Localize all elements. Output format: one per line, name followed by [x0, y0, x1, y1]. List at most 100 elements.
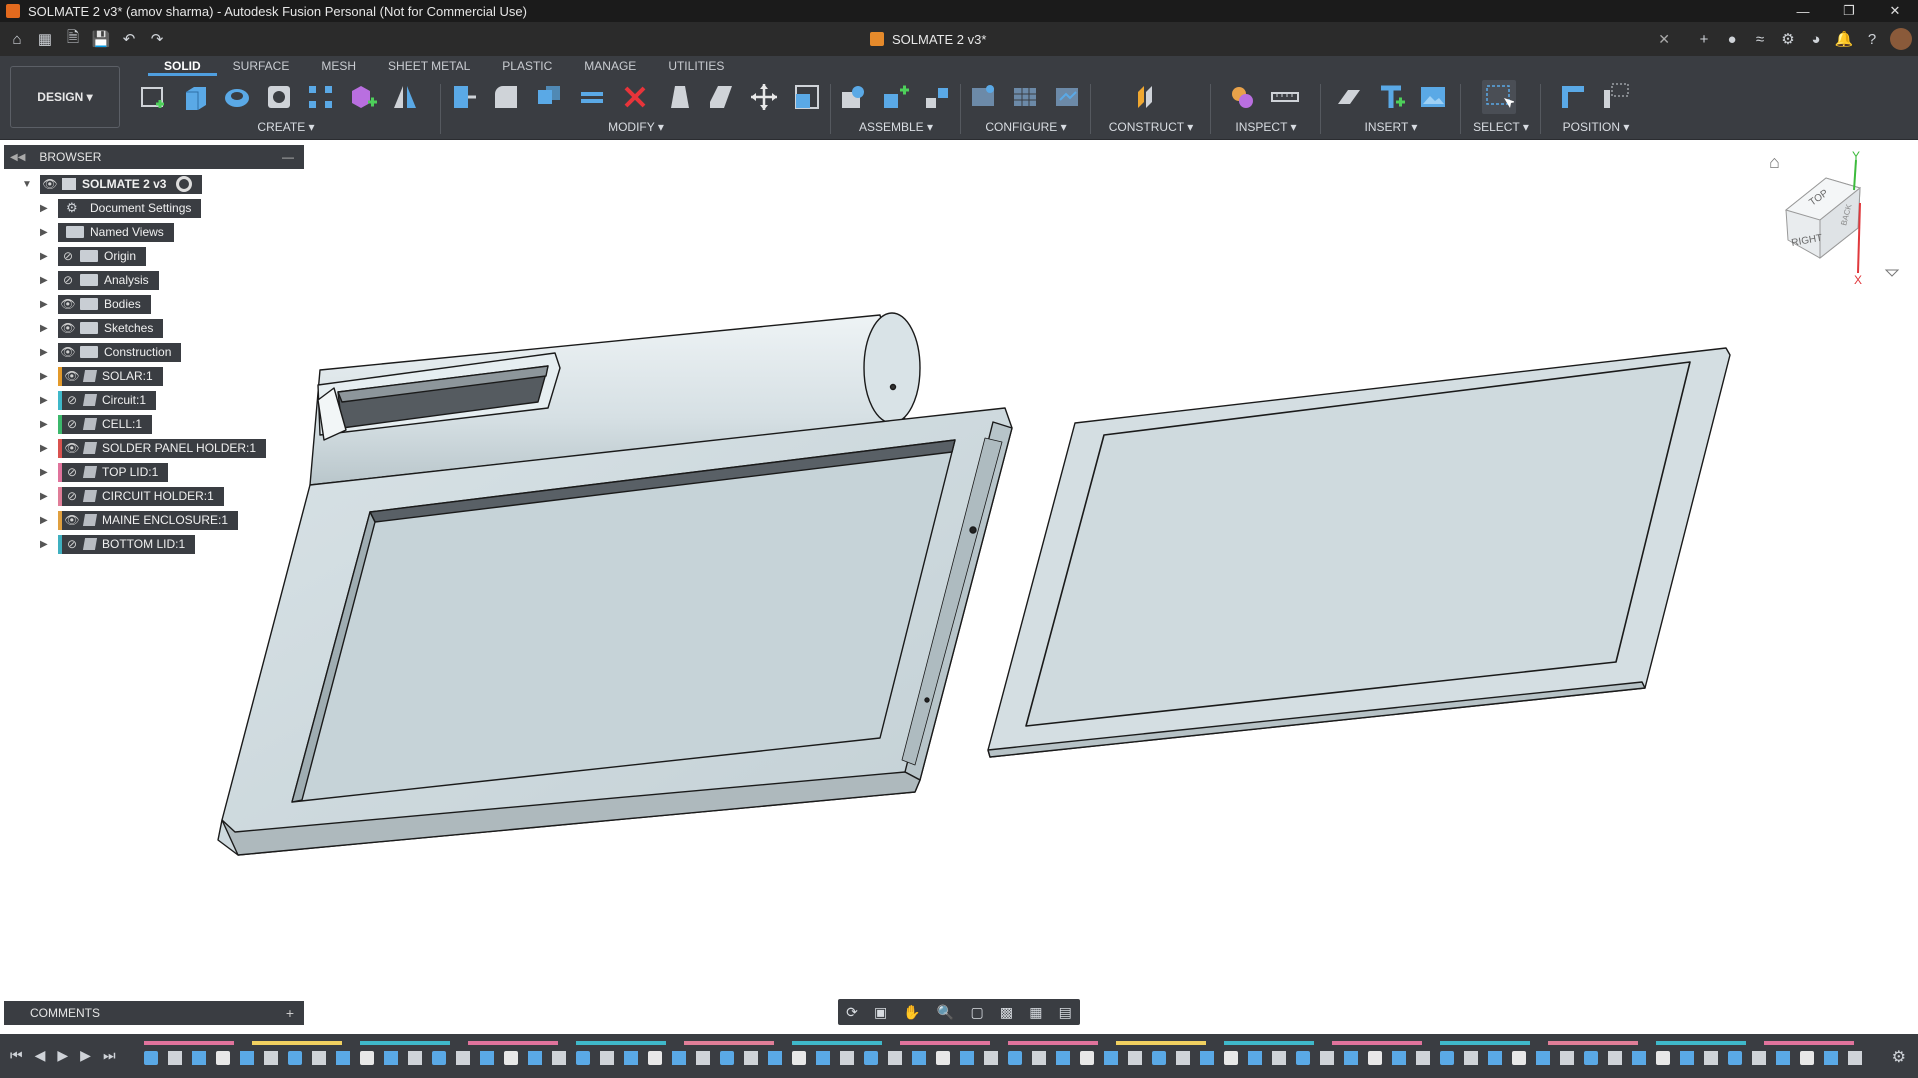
timeline-feature[interactable]	[1824, 1051, 1838, 1065]
timeline-feature[interactable]	[1848, 1051, 1862, 1065]
timeline-feature[interactable]	[912, 1051, 926, 1065]
timeline-feature[interactable]	[1560, 1051, 1574, 1065]
timeline-feature[interactable]	[1056, 1051, 1070, 1065]
tree-node[interactable]: ⊘ Circuit:1	[58, 390, 157, 410]
close-icon[interactable]: ✕	[1872, 0, 1918, 22]
timeline-feature[interactable]	[960, 1051, 974, 1065]
tree-row[interactable]: ▶ ⊘ Analysis	[0, 268, 310, 292]
home-icon[interactable]: ⌂	[6, 28, 28, 50]
timeline-feature[interactable]	[744, 1051, 758, 1065]
timeline-feature[interactable]	[384, 1051, 398, 1065]
grid-icon[interactable]: ▦	[1029, 1004, 1042, 1021]
chevron-right-icon[interactable]: ▶	[40, 227, 50, 238]
new-component-icon[interactable]	[346, 80, 380, 114]
timeline-feature[interactable]	[1632, 1051, 1646, 1065]
select-window-icon[interactable]	[1482, 80, 1516, 114]
timeline-feature[interactable]	[1488, 1051, 1502, 1065]
timeline-feature[interactable]	[432, 1051, 446, 1065]
delete-icon[interactable]	[618, 80, 652, 114]
eye-icon[interactable]: 👁	[58, 345, 78, 359]
create-group-label[interactable]: CREATE ▾	[136, 120, 436, 134]
browser-panel-header[interactable]: ◀◀ BROWSER —	[4, 145, 304, 169]
tree-node[interactable]: ⊘ Analysis	[58, 270, 159, 290]
split-face-icon[interactable]	[704, 80, 738, 114]
zoom-icon[interactable]: 🔍	[937, 1004, 954, 1021]
timeline-feature[interactable]	[1680, 1051, 1694, 1065]
timeline-feature[interactable]	[1008, 1051, 1022, 1065]
timeline-feature[interactable]	[192, 1051, 206, 1065]
chevron-right-icon[interactable]: ▶	[40, 395, 50, 406]
chevron-right-icon[interactable]: ▶	[40, 323, 50, 334]
eye-hidden-icon[interactable]: ⊘	[58, 273, 78, 287]
timeline-feature[interactable]	[888, 1051, 902, 1065]
timeline-feature[interactable]	[456, 1051, 470, 1065]
timeline-feature[interactable]	[936, 1051, 950, 1065]
tree-node[interactable]: ⊘ TOP LID:1	[58, 462, 169, 482]
timeline-feature[interactable]	[1320, 1051, 1334, 1065]
main-enclosure-body[interactable]	[217, 312, 1013, 856]
tree-node[interactable]: 👁 SOLAR:1	[58, 366, 163, 386]
tree-node[interactable]: 👁 MAINE ENCLOSURE:1	[58, 510, 239, 530]
redo-icon[interactable]: ↷	[146, 28, 168, 50]
measure-icon[interactable]	[1268, 80, 1302, 114]
online-status-icon[interactable]: ●	[1722, 29, 1742, 49]
tab-plastic[interactable]: PLASTIC	[486, 56, 568, 76]
top-lid-body[interactable]	[987, 347, 1731, 758]
timeline-feature[interactable]	[1440, 1051, 1454, 1065]
timeline-feature[interactable]	[264, 1051, 278, 1065]
parameters-icon[interactable]	[1050, 80, 1084, 114]
timeline-feature[interactable]	[528, 1051, 542, 1065]
chevron-right-icon[interactable]: ▶	[40, 539, 50, 550]
chevron-right-icon[interactable]: ▶	[40, 491, 50, 502]
section-analysis-icon[interactable]	[1226, 80, 1260, 114]
timeline-feature[interactable]	[1464, 1051, 1478, 1065]
tree-row[interactable]: ▶ 👁 Sketches	[0, 316, 310, 340]
text-icon[interactable]	[1374, 80, 1408, 114]
timeline-feature[interactable]	[792, 1051, 806, 1065]
file-icon[interactable]: 🗎	[62, 28, 84, 50]
configure-icon[interactable]	[966, 80, 1000, 114]
timeline-feature[interactable]	[1512, 1051, 1526, 1065]
document-tab[interactable]: SOLMATE 2 v3* ✕	[870, 22, 1670, 56]
add-tab-icon[interactable]: +	[1694, 29, 1714, 49]
insert-derive-icon[interactable]	[1332, 80, 1366, 114]
timeline-feature[interactable]	[408, 1051, 422, 1065]
select-group-label[interactable]: SELECT ▾	[1466, 120, 1536, 134]
create-sketch-icon[interactable]	[136, 80, 170, 114]
restore-icon[interactable]: ❐	[1826, 0, 1872, 22]
timeline-feature[interactable]	[1608, 1051, 1622, 1065]
avatar[interactable]	[1890, 28, 1912, 50]
chevron-right-icon[interactable]: ▶	[40, 443, 50, 454]
timeline-feature[interactable]	[576, 1051, 590, 1065]
tree-node[interactable]: ⊘ BOTTOM LID:1	[58, 534, 196, 554]
tree-node-root[interactable]: 👁 SOLMATE 2 v3	[40, 174, 203, 194]
tab-surface[interactable]: SURFACE	[217, 56, 306, 76]
timeline-settings-icon[interactable]: ⚙	[1892, 1047, 1906, 1067]
close-tab-icon[interactable]: ✕	[1658, 31, 1670, 48]
extensions-icon[interactable]: ⚙	[1778, 29, 1798, 49]
timeline-feature[interactable]	[1416, 1051, 1430, 1065]
timeline-feature[interactable]	[1704, 1051, 1718, 1065]
canvas-icon[interactable]	[1416, 80, 1450, 114]
fillet-icon[interactable]	[489, 80, 523, 114]
viewports-icon[interactable]: ▤	[1059, 1004, 1072, 1021]
hole-icon[interactable]	[262, 80, 296, 114]
tree-row[interactable]: ▶ 👁 Bodies	[0, 292, 310, 316]
timeline-feature[interactable]	[312, 1051, 326, 1065]
eye-icon[interactable]: 👁	[62, 513, 82, 527]
timeline-feature[interactable]	[1200, 1051, 1214, 1065]
timeline-feature[interactable]	[768, 1051, 782, 1065]
timeline-feature[interactable]	[864, 1051, 878, 1065]
tree-row-root[interactable]: ▼ 👁 SOLMATE 2 v3	[0, 172, 310, 196]
as-built-joint-icon[interactable]	[920, 80, 954, 114]
undo-icon[interactable]: ↶	[118, 28, 140, 50]
timeline-feature[interactable]	[840, 1051, 854, 1065]
tree-row[interactable]: ▶ 👁 SOLAR:1	[0, 364, 310, 388]
comments-panel-header[interactable]: COMMENTS +	[4, 1001, 304, 1025]
eye-hidden-icon[interactable]: ⊘	[62, 537, 82, 551]
table-icon[interactable]	[1008, 80, 1042, 114]
tree-node[interactable]: Named Views	[58, 222, 174, 242]
combine-icon[interactable]	[532, 80, 566, 114]
timeline-feature[interactable]	[1656, 1051, 1670, 1065]
minimize-icon[interactable]: —	[1780, 0, 1826, 22]
